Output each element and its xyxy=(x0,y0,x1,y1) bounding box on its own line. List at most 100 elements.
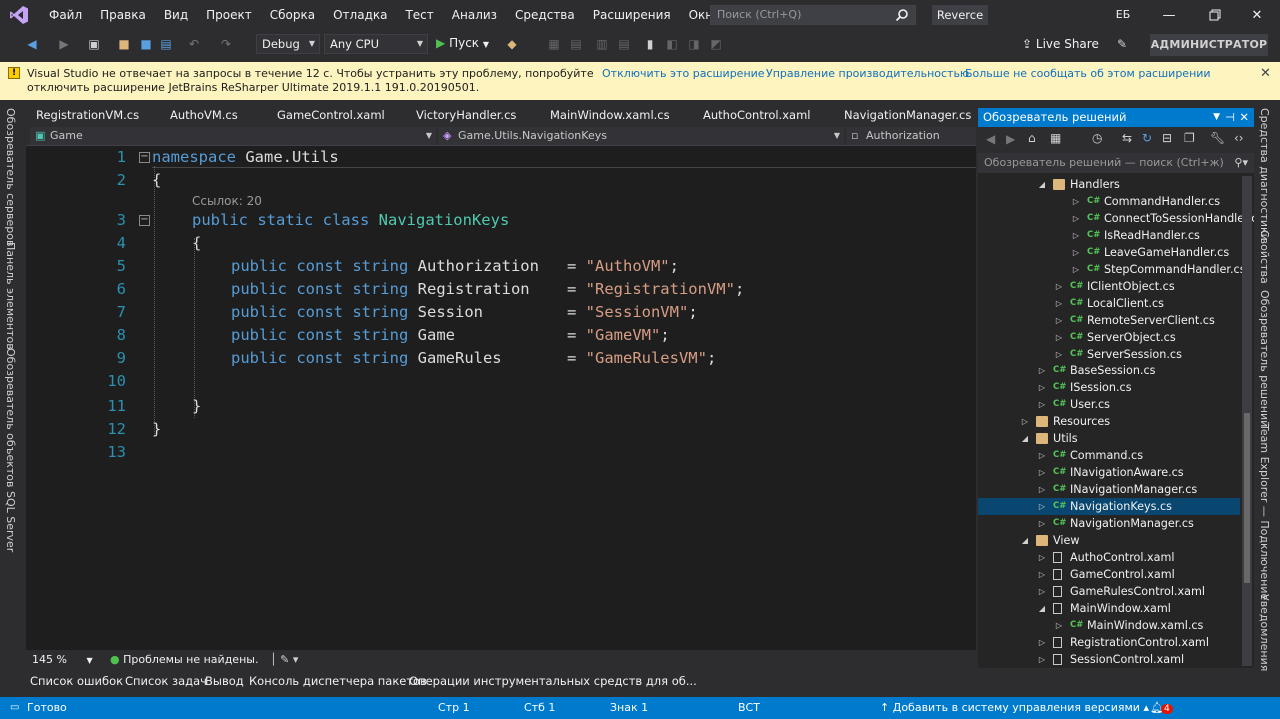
tab-notifications[interactable]: Уведомления xyxy=(1258,594,1271,671)
collapsed-arrow-icon[interactable]: ▷ xyxy=(1037,583,1047,600)
expanded-arrow-icon[interactable]: ◢ xyxy=(1037,600,1047,617)
member-select[interactable]: ▫ Authorization xyxy=(846,127,976,145)
solution-tree-item[interactable]: ◢ Utils xyxy=(978,430,1240,447)
solution-explorer-search[interactable]: Обозреватель решений — поиск (Ctrl+ж) ⚲▾ xyxy=(978,153,1254,173)
search-input[interactable]: Поиск (Ctrl+Q) xyxy=(710,5,916,25)
tab-mainwindow-cs[interactable]: MainWindow.xaml.cs xyxy=(550,104,670,126)
search-icon[interactable]: ⚲▾ xyxy=(1234,153,1248,173)
collapse-icon[interactable]: − xyxy=(139,215,150,226)
close-icon[interactable]: ✕ xyxy=(1260,66,1271,81)
indent-icon[interactable]: ▤ xyxy=(568,36,584,52)
close-button[interactable]: ✕ xyxy=(1234,0,1280,30)
solution-tree-item[interactable]: ▷ C# MainWindow.xaml.cs xyxy=(978,617,1240,634)
menu-item-0[interactable]: Файл xyxy=(40,0,91,30)
issues-indicator[interactable]: ● Проблемы не найдены. xyxy=(110,653,258,666)
solution-tree-item[interactable]: ▷ SessionControl.xaml xyxy=(978,651,1240,668)
solution-tree-item[interactable]: ▷ C# BaseSession.cs xyxy=(978,362,1240,379)
menu-item-5[interactable]: Отладка xyxy=(324,0,396,30)
save-all-icon[interactable]: ▤ xyxy=(158,36,174,52)
tab-authocontrol[interactable]: AuthoControl.xaml xyxy=(703,104,810,126)
tab-navigationmanager[interactable]: NavigationManager.cs xyxy=(844,104,971,126)
back-icon[interactable]: ◀ xyxy=(986,132,995,146)
save-icon[interactable]: ■ xyxy=(138,36,154,52)
preview-icon[interactable]: ‹› xyxy=(1234,131,1244,145)
tab-server-explorer[interactable]: Обозреватель серверов xyxy=(4,108,17,246)
solution-tree-item[interactable]: ▷ C# NavigationKeys.cs xyxy=(978,498,1240,516)
collapsed-arrow-icon[interactable]: ▷ xyxy=(1054,278,1064,295)
pin-icon[interactable]: ⊣ xyxy=(1225,108,1235,127)
solution-tree-item[interactable]: ▷ C# ISession.cs xyxy=(978,379,1240,396)
redo-icon[interactable]: ↷ xyxy=(218,36,234,52)
notifications-icon[interactable]: 🔔︎4 xyxy=(1150,697,1173,719)
collapsed-arrow-icon[interactable]: ▷ xyxy=(1037,515,1047,532)
solution-tree-item[interactable]: ◢ View xyxy=(978,532,1240,549)
prev-bookmark-icon[interactable]: ◧ xyxy=(664,36,680,52)
collapsed-arrow-icon[interactable]: ▷ xyxy=(1037,464,1047,481)
clear-bookmark-icon[interactable]: ◩ xyxy=(708,36,724,52)
collapsed-arrow-icon[interactable]: ▷ xyxy=(1037,498,1047,515)
tab-properties[interactable]: Свойства xyxy=(1258,230,1271,284)
menu-item-2[interactable]: Вид xyxy=(155,0,197,30)
collapsed-arrow-icon[interactable]: ▷ xyxy=(1071,193,1081,210)
back-icon[interactable]: ◀ xyxy=(24,36,40,52)
tab-package-manager-console[interactable]: Консоль диспетчера пакетов xyxy=(249,674,427,688)
scrollbar-thumb[interactable] xyxy=(1244,413,1250,583)
solution-tree-item[interactable]: ▷ C# LeaveGameHandler.cs xyxy=(978,244,1240,261)
tab-task-list[interactable]: Список задач xyxy=(125,674,207,688)
solution-tree-item[interactable]: ▷ Resources xyxy=(978,413,1240,430)
switch-views-icon[interactable]: ▦ xyxy=(1050,131,1061,145)
codelens-references[interactable]: Ссылок: 20 xyxy=(192,194,262,208)
dont-show-again-link[interactable]: Больше не сообщать об этом расширении xyxy=(965,67,1211,80)
solution-tree-item[interactable]: ▷ C# User.cs xyxy=(978,396,1240,413)
outdent-icon[interactable]: ▥ xyxy=(594,36,610,52)
visual-studio-logo-icon[interactable] xyxy=(8,4,30,26)
collapsed-arrow-icon[interactable]: ▷ xyxy=(1037,651,1047,668)
refresh-icon[interactable]: ↻ xyxy=(1142,131,1152,145)
collapsed-arrow-icon[interactable]: ▷ xyxy=(1037,379,1047,396)
menu-item-3[interactable]: Проект xyxy=(197,0,261,30)
collapsed-arrow-icon[interactable]: ▷ xyxy=(1054,312,1064,329)
sync-icon[interactable]: ⇆ xyxy=(1122,131,1132,145)
tab-team-explorer[interactable]: Team Explorer — Подключение xyxy=(1258,424,1271,600)
forward-icon[interactable]: ▶ xyxy=(1006,132,1015,146)
collapsed-arrow-icon[interactable]: ▷ xyxy=(1071,210,1081,227)
step-icon[interactable]: ▦ xyxy=(546,36,562,52)
menu-item-6[interactable]: Тест xyxy=(396,0,442,30)
pending-changes-icon[interactable]: ◷ xyxy=(1092,131,1102,145)
solution-tree-item[interactable]: ▷ C# IClientObject.cs xyxy=(978,278,1240,295)
quick-actions-icon[interactable]: │ ✎ ▾ xyxy=(270,653,298,666)
add-to-source-control-button[interactable]: ↑ Добавить в систему управления версиями… xyxy=(880,697,1149,719)
solution-tree-item[interactable]: ▷ GameControl.xaml xyxy=(978,566,1240,583)
disable-extension-link[interactable]: Отключить это расширение xyxy=(602,67,765,80)
tab-error-list[interactable]: Список ошибок xyxy=(30,674,123,688)
minimize-button[interactable]: — xyxy=(1146,0,1192,30)
feedback-icon[interactable]: ✎ xyxy=(1114,36,1130,52)
close-icon[interactable]: ✕ xyxy=(1239,108,1249,127)
solution-tree-item[interactable]: ▷ GameRulesControl.xaml xyxy=(978,583,1240,600)
menu-item-1[interactable]: Правка xyxy=(91,0,155,30)
solution-tree-item[interactable]: ▷ C# INavigationAware.cs xyxy=(978,464,1240,481)
collapsed-arrow-icon[interactable]: ▷ xyxy=(1037,549,1047,566)
tab-authovm[interactable]: AuthoVM.cs xyxy=(170,104,238,126)
tab-toolbox[interactable]: Панель элементов xyxy=(4,242,17,350)
tab-tool-operations[interactable]: Операции инструментальных средств для об… xyxy=(409,674,697,688)
forward-icon[interactable]: ▶ xyxy=(56,36,72,52)
tab-solution-explorer[interactable]: Обозреватель решений xyxy=(1258,290,1271,427)
zoom-select[interactable]: 145 % ▼ xyxy=(32,653,93,666)
collapse-all-icon[interactable]: ⊟ xyxy=(1162,131,1172,145)
chevron-down-icon[interactable]: ▼ xyxy=(1213,108,1220,127)
menu-item-9[interactable]: Расширения xyxy=(584,0,680,30)
undo-icon[interactable]: ↶ xyxy=(186,36,202,52)
open-folder-icon[interactable]: ■ xyxy=(116,36,132,52)
bookmark-icon[interactable]: ▮ xyxy=(642,36,658,52)
tab-gamecontrol[interactable]: GameControl.xaml xyxy=(277,104,385,126)
solution-tree-item[interactable]: ◢ MainWindow.xaml xyxy=(978,600,1240,617)
solution-tree-item[interactable]: ▷ C# ConnectToSessionHandler.cs xyxy=(978,210,1254,227)
solution-tree-item[interactable]: ◢ Handlers xyxy=(978,176,1240,193)
solution-tree-item[interactable]: ▷ C# INavigationManager.cs xyxy=(978,481,1240,498)
menu-item-7[interactable]: Анализ xyxy=(443,0,506,30)
new-project-icon[interactable]: ▣ xyxy=(86,36,102,52)
search-icon[interactable] xyxy=(895,8,909,22)
solution-tree-item[interactable]: ▷ C# IsReadHandler.cs xyxy=(978,227,1240,244)
comment-icon[interactable]: ▤ xyxy=(616,36,632,52)
